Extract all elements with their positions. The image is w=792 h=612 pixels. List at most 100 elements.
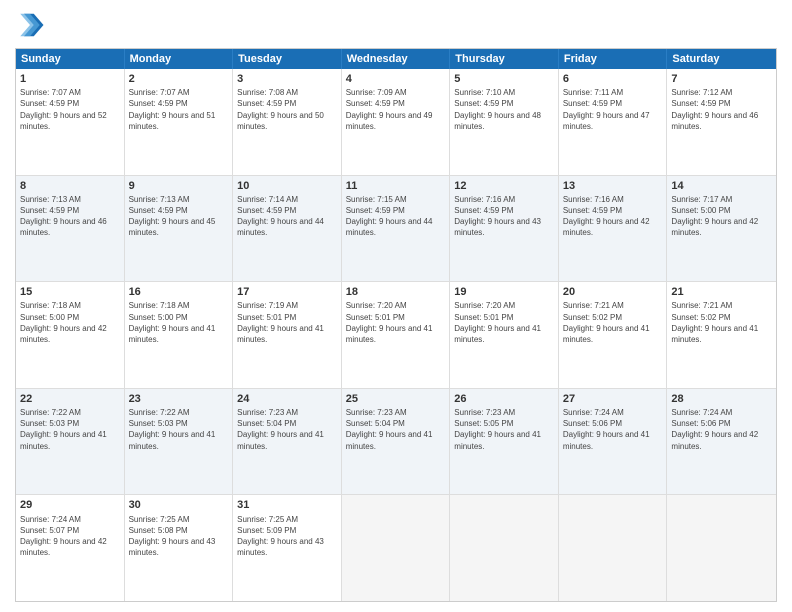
calendar-cell: 30 Sunrise: 7:25 AMSunset: 5:08 PMDayligh… <box>125 495 234 601</box>
calendar-cell: 11Sunrise: 7:15 AMSunset: 4:59 PMDayligh… <box>342 176 451 282</box>
calendar-cell <box>450 495 559 601</box>
calendar-cell: 25Sunrise: 7:23 AMSunset: 5:04 PMDayligh… <box>342 389 451 495</box>
day-number: 28 <box>671 392 772 406</box>
calendar-cell: 2Sunrise: 7:07 AMSunset: 4:59 PMDaylight… <box>125 69 234 175</box>
day-number: 29 <box>20 498 120 512</box>
calendar-cell: 1Sunrise: 7:07 AMSunset: 4:59 PMDaylight… <box>16 69 125 175</box>
day-number: 8 <box>20 179 120 193</box>
day-info: Sunrise: 7:13 AMSunset: 4:59 PMDaylight:… <box>20 194 120 239</box>
day-info: Sunrise: 7:23 AMSunset: 5:04 PMDaylight:… <box>237 407 337 452</box>
weekday-header-saturday: Saturday <box>667 49 776 69</box>
day-number: 23 <box>129 392 229 406</box>
calendar-cell: 18Sunrise: 7:20 AMSunset: 5:01 PMDayligh… <box>342 282 451 388</box>
day-info: Sunrise: 7:16 AMSunset: 4:59 PMDaylight:… <box>563 194 663 239</box>
day-number: 2 <box>129 72 229 86</box>
day-info: Sunrise: 7:22 AMSunset: 5:03 PMDaylight:… <box>20 407 120 452</box>
calendar-cell: 13Sunrise: 7:16 AMSunset: 4:59 PMDayligh… <box>559 176 668 282</box>
calendar-cell: 7Sunrise: 7:12 AMSunset: 4:59 PMDaylight… <box>667 69 776 175</box>
weekday-header-friday: Friday <box>559 49 668 69</box>
day-info: Sunrise: 7:08 AMSunset: 4:59 PMDaylight:… <box>237 87 337 132</box>
weekday-header-tuesday: Tuesday <box>233 49 342 69</box>
header <box>15 10 777 40</box>
calendar-body: 1Sunrise: 7:07 AMSunset: 4:59 PMDaylight… <box>16 69 776 601</box>
day-info: Sunrise: 7:23 AMSunset: 5:05 PMDaylight:… <box>454 407 554 452</box>
logo-icon <box>15 10 45 40</box>
calendar-cell: 9Sunrise: 7:13 AMSunset: 4:59 PMDaylight… <box>125 176 234 282</box>
day-number: 7 <box>671 72 772 86</box>
day-number: 5 <box>454 72 554 86</box>
day-info: Sunrise: 7:18 AMSunset: 5:00 PMDaylight:… <box>20 300 120 345</box>
day-number: 21 <box>671 285 772 299</box>
calendar-cell <box>342 495 451 601</box>
day-number: 26 <box>454 392 554 406</box>
day-number: 9 <box>129 179 229 193</box>
calendar-cell: 28Sunrise: 7:24 AMSunset: 5:06 PMDayligh… <box>667 389 776 495</box>
day-info: Sunrise: 7:25 AMSunset: 5:08 PMDaylight:… <box>129 514 229 559</box>
calendar-header: SundayMondayTuesdayWednesdayThursdayFrid… <box>16 49 776 69</box>
day-info: Sunrise: 7:10 AMSunset: 4:59 PMDaylight:… <box>454 87 554 132</box>
logo <box>15 10 49 40</box>
calendar-week-3: 15Sunrise: 7:18 AMSunset: 5:00 PMDayligh… <box>16 282 776 389</box>
calendar-week-4: 22Sunrise: 7:22 AMSunset: 5:03 PMDayligh… <box>16 389 776 496</box>
day-number: 30 <box>129 498 229 512</box>
day-info: Sunrise: 7:11 AMSunset: 4:59 PMDaylight:… <box>563 87 663 132</box>
day-info: Sunrise: 7:23 AMSunset: 5:04 PMDaylight:… <box>346 407 446 452</box>
calendar: SundayMondayTuesdayWednesdayThursdayFrid… <box>15 48 777 602</box>
day-info: Sunrise: 7:16 AMSunset: 4:59 PMDaylight:… <box>454 194 554 239</box>
day-info: Sunrise: 7:07 AMSunset: 4:59 PMDaylight:… <box>129 87 229 132</box>
weekday-header-sunday: Sunday <box>16 49 125 69</box>
calendar-cell: 27Sunrise: 7:24 AMSunset: 5:06 PMDayligh… <box>559 389 668 495</box>
day-number: 17 <box>237 285 337 299</box>
day-info: Sunrise: 7:15 AMSunset: 4:59 PMDaylight:… <box>346 194 446 239</box>
day-number: 25 <box>346 392 446 406</box>
calendar-cell: 12Sunrise: 7:16 AMSunset: 4:59 PMDayligh… <box>450 176 559 282</box>
calendar-cell: 20Sunrise: 7:21 AMSunset: 5:02 PMDayligh… <box>559 282 668 388</box>
day-number: 19 <box>454 285 554 299</box>
day-number: 3 <box>237 72 337 86</box>
calendar-cell: 8Sunrise: 7:13 AMSunset: 4:59 PMDaylight… <box>16 176 125 282</box>
day-info: Sunrise: 7:14 AMSunset: 4:59 PMDaylight:… <box>237 194 337 239</box>
day-number: 24 <box>237 392 337 406</box>
day-info: Sunrise: 7:20 AMSunset: 5:01 PMDaylight:… <box>346 300 446 345</box>
day-number: 15 <box>20 285 120 299</box>
calendar-cell: 24Sunrise: 7:23 AMSunset: 5:04 PMDayligh… <box>233 389 342 495</box>
day-number: 16 <box>129 285 229 299</box>
weekday-header-monday: Monday <box>125 49 234 69</box>
calendar-cell: 22Sunrise: 7:22 AMSunset: 5:03 PMDayligh… <box>16 389 125 495</box>
day-number: 31 <box>237 498 337 512</box>
day-info: Sunrise: 7:13 AMSunset: 4:59 PMDaylight:… <box>129 194 229 239</box>
calendar-cell: 19Sunrise: 7:20 AMSunset: 5:01 PMDayligh… <box>450 282 559 388</box>
day-info: Sunrise: 7:24 AMSunset: 5:07 PMDaylight:… <box>20 514 120 559</box>
day-number: 14 <box>671 179 772 193</box>
calendar-cell: 29 Sunrise: 7:24 AMSunset: 5:07 PMDayligh… <box>16 495 125 601</box>
day-number: 27 <box>563 392 663 406</box>
weekday-header-wednesday: Wednesday <box>342 49 451 69</box>
calendar-cell: 6Sunrise: 7:11 AMSunset: 4:59 PMDaylight… <box>559 69 668 175</box>
calendar-cell: 23Sunrise: 7:22 AMSunset: 5:03 PMDayligh… <box>125 389 234 495</box>
calendar-cell: 21Sunrise: 7:21 AMSunset: 5:02 PMDayligh… <box>667 282 776 388</box>
calendar-week-1: 1Sunrise: 7:07 AMSunset: 4:59 PMDaylight… <box>16 69 776 176</box>
calendar-cell: 10Sunrise: 7:14 AMSunset: 4:59 PMDayligh… <box>233 176 342 282</box>
day-info: Sunrise: 7:24 AMSunset: 5:06 PMDaylight:… <box>563 407 663 452</box>
day-info: Sunrise: 7:17 AMSunset: 5:00 PMDaylight:… <box>671 194 772 239</box>
calendar-cell: 5Sunrise: 7:10 AMSunset: 4:59 PMDaylight… <box>450 69 559 175</box>
day-info: Sunrise: 7:21 AMSunset: 5:02 PMDaylight:… <box>563 300 663 345</box>
calendar-cell: 26Sunrise: 7:23 AMSunset: 5:05 PMDayligh… <box>450 389 559 495</box>
day-info: Sunrise: 7:24 AMSunset: 5:06 PMDaylight:… <box>671 407 772 452</box>
day-number: 6 <box>563 72 663 86</box>
day-number: 18 <box>346 285 446 299</box>
day-info: Sunrise: 7:18 AMSunset: 5:00 PMDaylight:… <box>129 300 229 345</box>
calendar-cell: 4Sunrise: 7:09 AMSunset: 4:59 PMDaylight… <box>342 69 451 175</box>
calendar-cell: 15Sunrise: 7:18 AMSunset: 5:00 PMDayligh… <box>16 282 125 388</box>
day-info: Sunrise: 7:25 AMSunset: 5:09 PMDaylight:… <box>237 514 337 559</box>
day-number: 22 <box>20 392 120 406</box>
day-info: Sunrise: 7:07 AMSunset: 4:59 PMDaylight:… <box>20 87 120 132</box>
calendar-week-2: 8Sunrise: 7:13 AMSunset: 4:59 PMDaylight… <box>16 176 776 283</box>
day-number: 1 <box>20 72 120 86</box>
calendar-cell: 14Sunrise: 7:17 AMSunset: 5:00 PMDayligh… <box>667 176 776 282</box>
day-info: Sunrise: 7:20 AMSunset: 5:01 PMDaylight:… <box>454 300 554 345</box>
calendar-cell: 31 Sunrise: 7:25 AMSunset: 5:09 PMDayligh… <box>233 495 342 601</box>
day-number: 12 <box>454 179 554 193</box>
day-number: 4 <box>346 72 446 86</box>
day-number: 20 <box>563 285 663 299</box>
